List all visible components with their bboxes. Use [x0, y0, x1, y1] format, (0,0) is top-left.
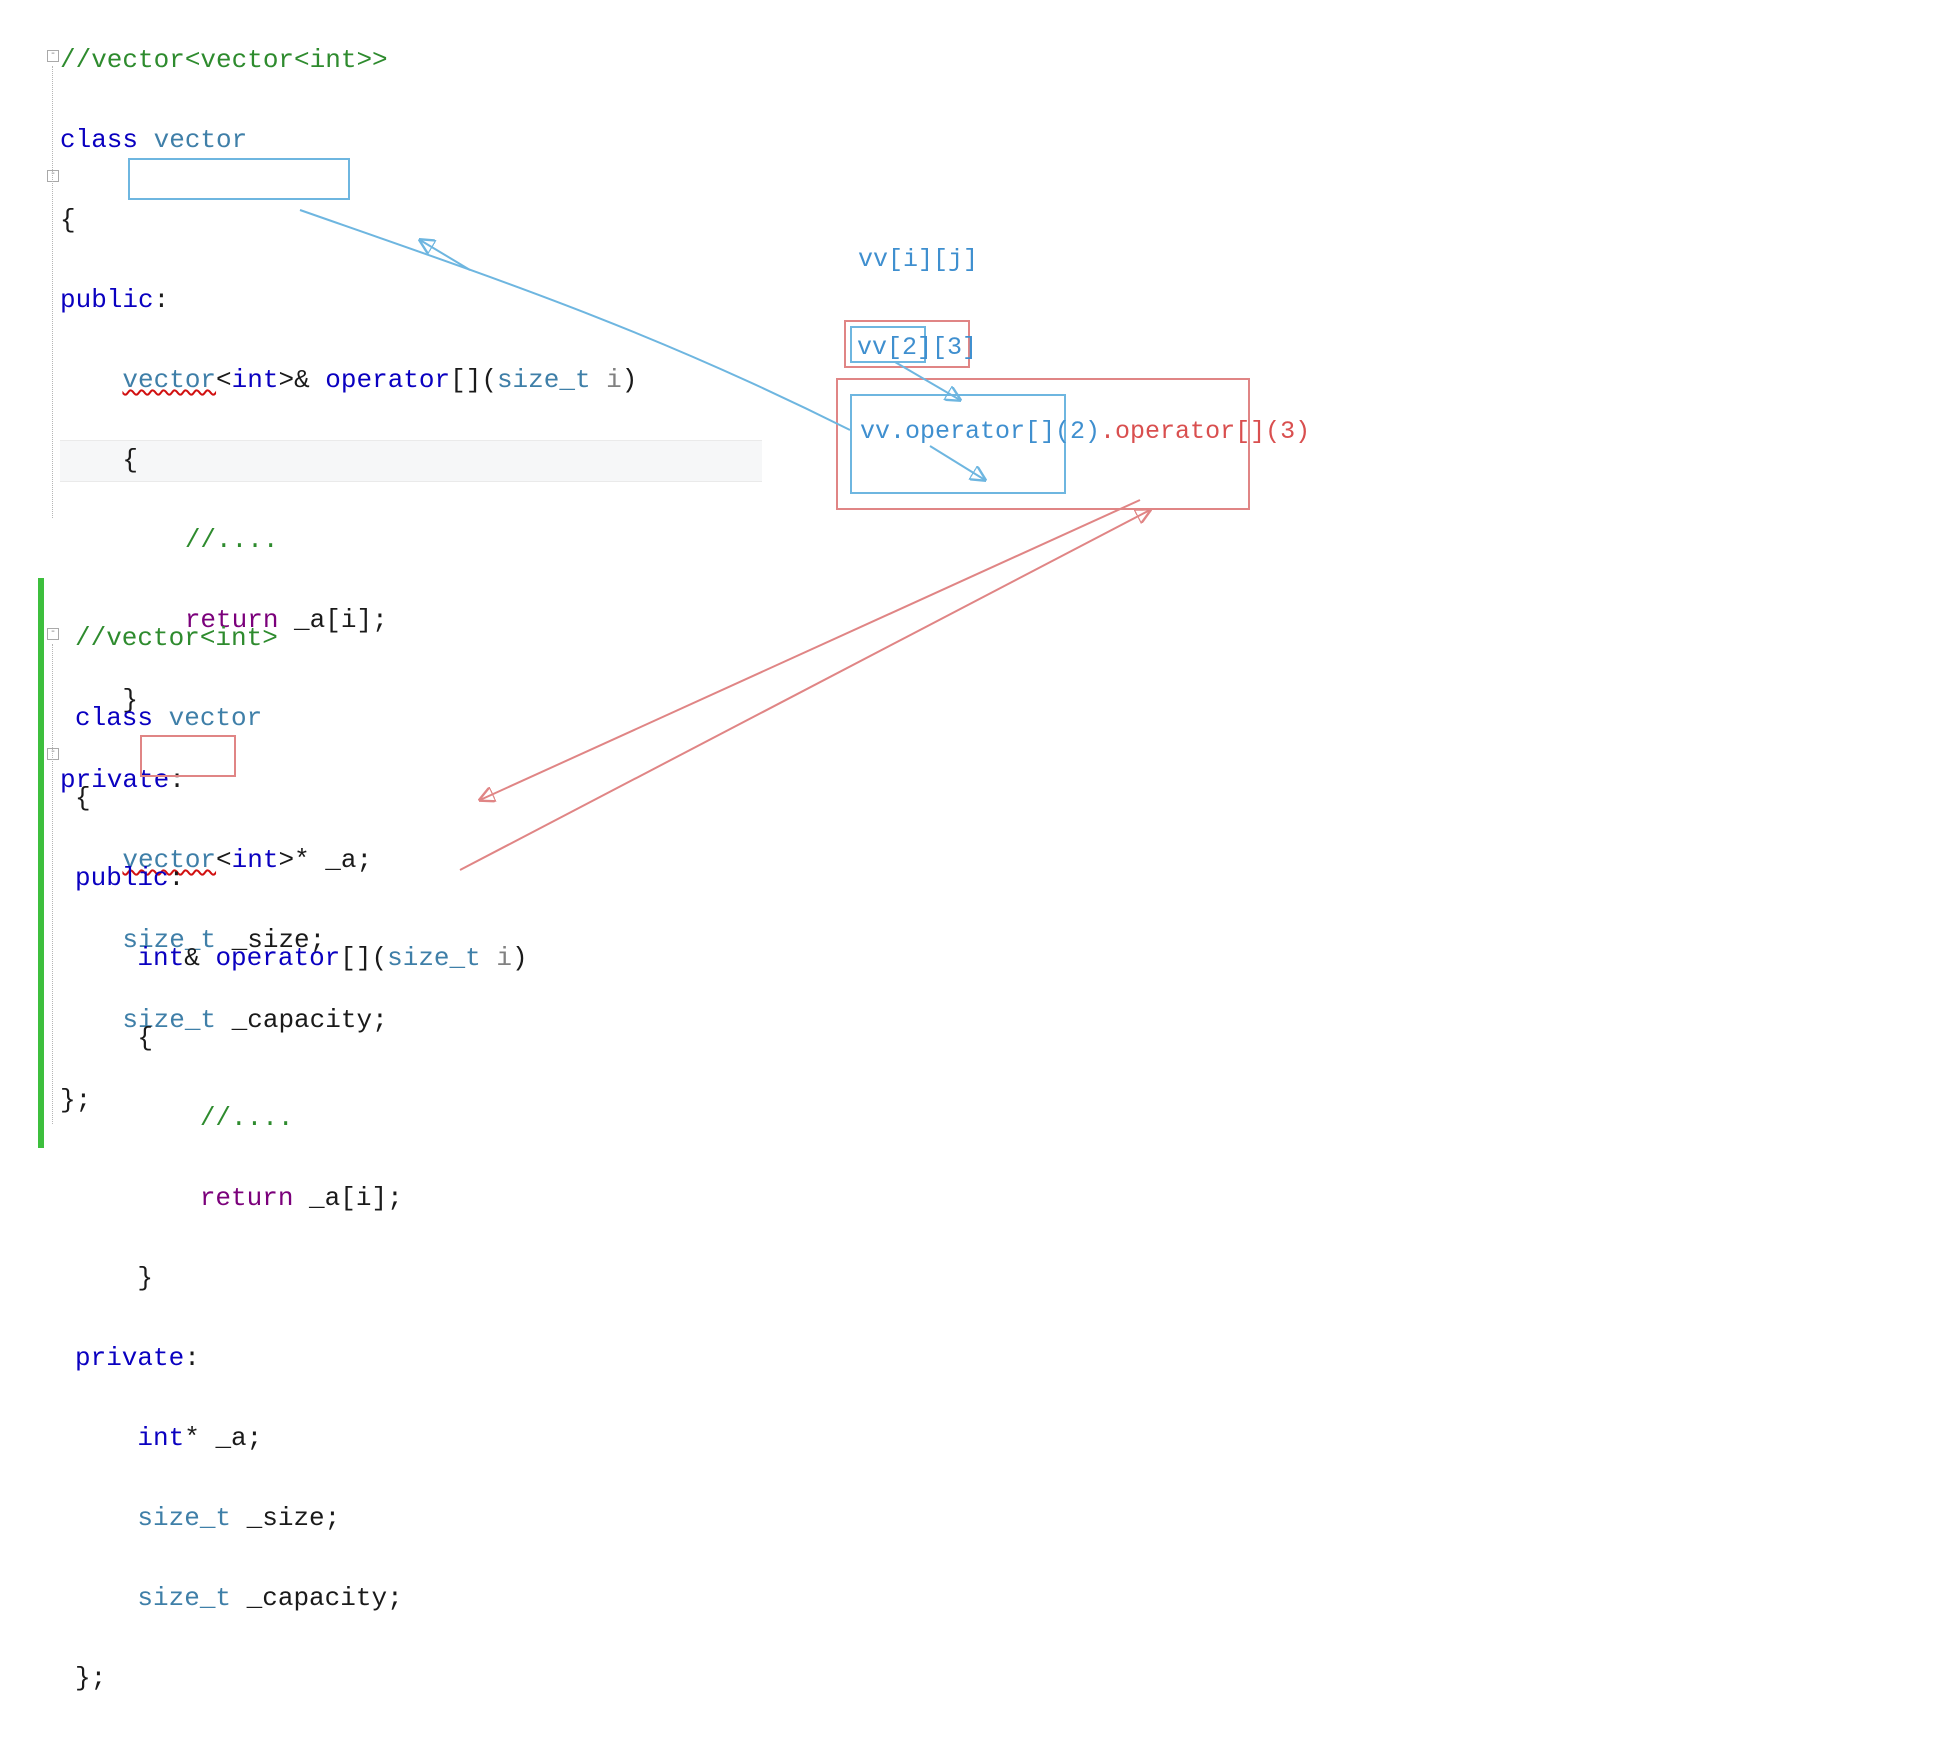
keyword-private: private	[75, 1343, 184, 1373]
comment: //vector<int>	[75, 623, 278, 653]
fold-guide	[52, 66, 53, 518]
return-expr: _a[i];	[293, 1183, 402, 1213]
annotation-box-blue-2	[850, 394, 1066, 494]
code-block-2: //vector<int> class vector { public: int…	[75, 578, 528, 1738]
param-type: size_t	[387, 943, 481, 973]
type-name: vector	[154, 125, 248, 155]
member-type: size_t	[137, 1503, 231, 1533]
annotation-vv23: vv[2][3]	[857, 328, 977, 368]
member-type: size_t	[137, 1583, 231, 1613]
change-bar	[38, 578, 44, 1148]
comment: //....	[200, 1103, 294, 1133]
annotation-box-red-1	[844, 320, 970, 368]
keyword-return: return	[200, 1183, 294, 1213]
member-type: int	[137, 1423, 184, 1453]
comment: //....	[185, 525, 279, 555]
annotation-vvij: vv[i][j]	[858, 240, 978, 280]
annotation-box-red-2	[836, 378, 1250, 510]
keyword-public: public	[75, 863, 169, 893]
fold-toggle-icon[interactable]	[47, 628, 59, 640]
annotation-operator-chain: vv.operator[](2).operator[](3)	[860, 412, 1310, 452]
fold-toggle-icon[interactable]	[47, 170, 59, 182]
comment: //vector<vector<int>>	[60, 45, 388, 75]
param-name: i	[591, 365, 622, 395]
brace-close: };	[75, 1663, 106, 1693]
type-name: vector	[169, 703, 263, 733]
operator-kw: operator	[215, 943, 340, 973]
member-decl: _size;	[231, 1503, 340, 1533]
operator-kw: operator	[325, 365, 450, 395]
keyword-public: public	[60, 285, 154, 315]
member-decl: _capacity;	[231, 1583, 403, 1613]
param-type: size_t	[497, 365, 591, 395]
return-type: vector	[122, 365, 216, 395]
brace: {	[75, 783, 91, 813]
param-name: i	[481, 943, 512, 973]
fold-guide	[52, 644, 53, 1124]
keyword-class: class	[75, 703, 153, 733]
return-type: int	[137, 943, 184, 973]
fold-toggle-icon[interactable]	[47, 50, 59, 62]
inner-type: int	[232, 365, 279, 395]
annotation-box-blue-1	[850, 326, 926, 363]
brace: {	[60, 205, 76, 235]
fold-toggle-icon[interactable]	[47, 748, 59, 760]
member-decl: * _a;	[184, 1423, 262, 1453]
keyword-class: class	[60, 125, 138, 155]
